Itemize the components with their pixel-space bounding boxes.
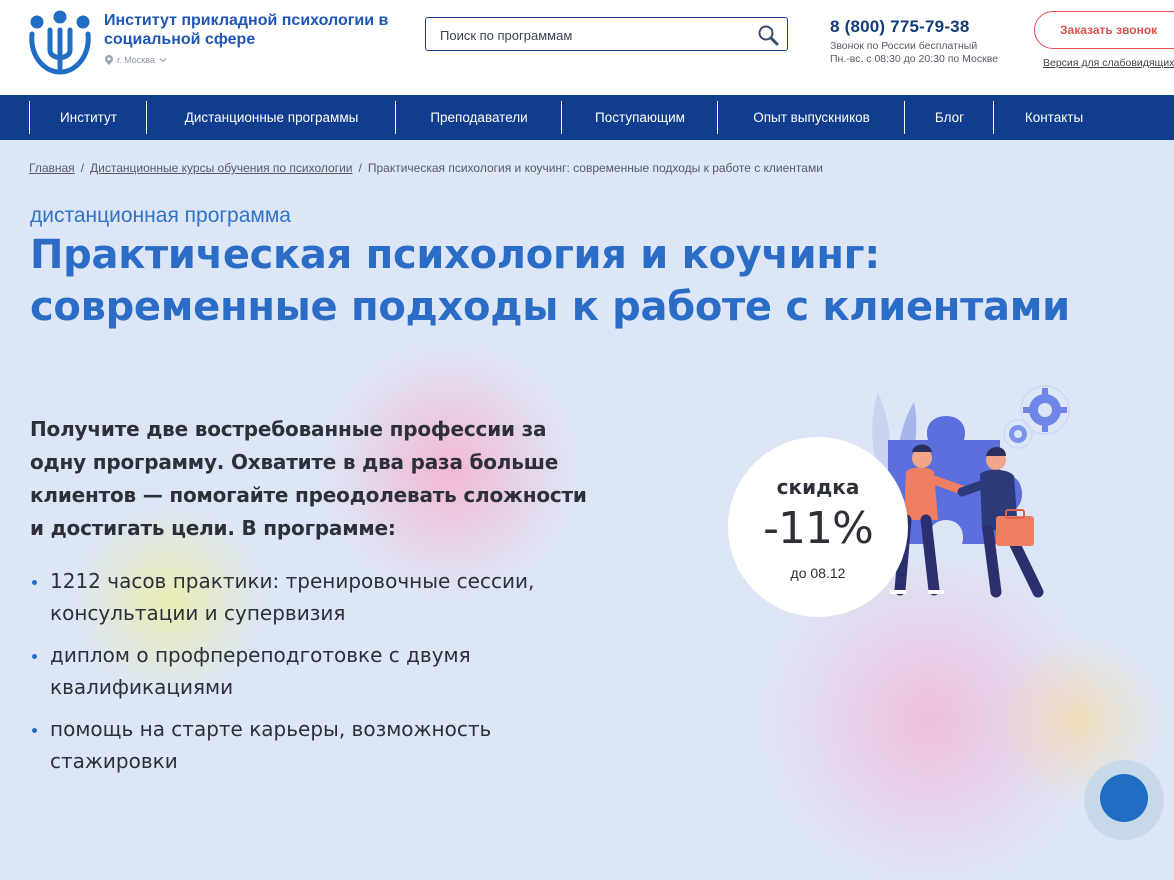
- logo-title[interactable]: Институт прикладной психологии в социаль…: [104, 11, 404, 49]
- briefcase-icon: [996, 516, 1034, 546]
- hero-lead: Получите две востребованные профессии за…: [30, 417, 587, 540]
- program-type-label: дистанционная программа: [30, 204, 291, 227]
- main-nav: Институт Дистанционные программы Препода…: [0, 95, 1174, 140]
- search-icon[interactable]: [757, 24, 779, 46]
- discount-badge: скидка -11% до 08.12: [728, 437, 908, 617]
- nav-item-teachers[interactable]: Преподаватели: [395, 101, 562, 134]
- nav-item-institute[interactable]: Институт: [29, 101, 147, 134]
- phone-note-line-1: Звонок по России бесплатный: [830, 40, 978, 52]
- breadcrumb-home[interactable]: Главная: [29, 161, 75, 175]
- accessible-version-link[interactable]: Версия для слабовидящих: [1043, 57, 1174, 69]
- breadcrumb-section[interactable]: Дистанционные курсы обучения по психолог…: [90, 161, 352, 175]
- nav-item-graduates[interactable]: Опыт выпускников: [717, 101, 905, 134]
- list-item: 1212 часов практики: тренировочные сесси…: [30, 565, 590, 629]
- chat-widget-button[interactable]: [1084, 760, 1164, 840]
- breadcrumb: Главная / Дистанционные курсы обучения по …: [29, 161, 823, 175]
- list-item: диплом о профпереподготовке с двумя квал…: [30, 639, 590, 703]
- nav-item-blog[interactable]: Блог: [904, 101, 994, 134]
- city-selector[interactable]: г. Москва: [105, 55, 167, 65]
- benefits-list: 1212 часов практики: тренировочные сесси…: [30, 565, 590, 787]
- phone-number[interactable]: 8 (800) 775-79-38: [830, 17, 970, 37]
- nav-item-distance-programs[interactable]: Дистанционные программы: [146, 101, 396, 134]
- chevron-down-icon: [159, 58, 167, 63]
- discount-until: до 08.12: [790, 565, 846, 581]
- discount-label: скидка: [776, 475, 860, 499]
- chat-icon: [1100, 774, 1148, 822]
- gear-icon: [1009, 425, 1027, 443]
- search-box: [425, 17, 788, 51]
- nav-item-applicants[interactable]: Поступающим: [561, 101, 718, 134]
- city-label: г. Москва: [117, 55, 155, 65]
- site-header: Институт прикладной психологии в социаль…: [0, 0, 1174, 95]
- phone-note: Звонок по России бесплатный Пн.-вс. с 08…: [830, 40, 1030, 66]
- phone-note-line-2: Пн.-вс. с 08:30 до 20:30 по Москве: [830, 53, 999, 65]
- location-pin-icon: [105, 55, 113, 65]
- list-item: помощь на старте карьеры, возможность ст…: [30, 713, 590, 777]
- search-input[interactable]: [440, 25, 740, 45]
- callback-button[interactable]: Заказать звонок: [1034, 11, 1174, 49]
- institute-logo-icon[interactable]: [28, 10, 92, 76]
- breadcrumb-current: Практическая психология и коучинг: совре…: [367, 161, 823, 175]
- discount-value: -11%: [763, 503, 874, 554]
- nav-item-contacts[interactable]: Контакты: [993, 101, 1114, 134]
- page-title: Практическая психология и коучинг: совре…: [30, 232, 1070, 330]
